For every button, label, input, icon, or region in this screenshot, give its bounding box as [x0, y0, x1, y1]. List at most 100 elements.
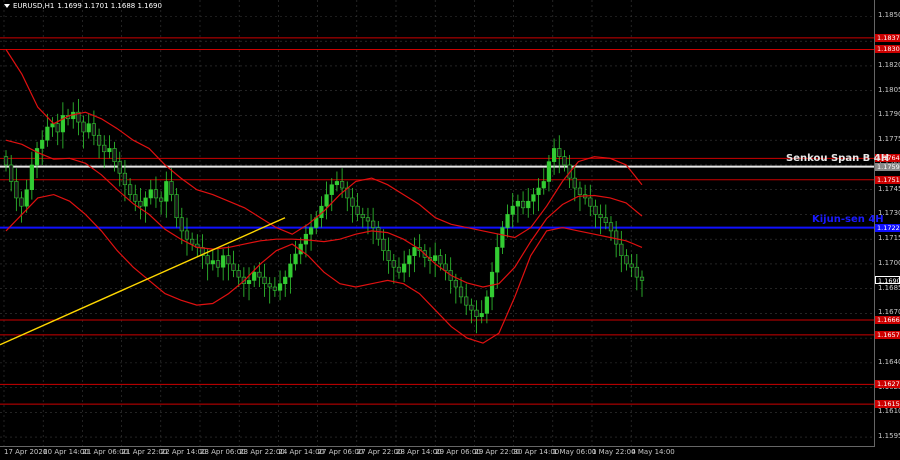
dropdown-triangle-icon[interactable]: [4, 4, 10, 8]
candle-body: [433, 255, 438, 261]
candle-body: [283, 276, 288, 285]
candle-body: [515, 200, 521, 207]
candle-body: [179, 217, 184, 232]
ichimoku-lower-line: [5, 193, 643, 344]
candle-body: [221, 255, 226, 268]
candle-body: [572, 177, 577, 189]
time-tick-label: 1 May 06:00: [552, 448, 597, 456]
ohlc-values: 1.1699 1.1701 1.1688 1.1690: [57, 2, 162, 10]
time-axis[interactable]: 17 Apr 2026 20 Apr 14:00 21 Apr 06:00 21 Ap…: [0, 447, 875, 460]
price-tag: 1.1627: [875, 380, 900, 389]
candle-body: [9, 164, 14, 182]
candle-body: [288, 263, 293, 278]
price-tag: 1.1837: [875, 33, 900, 42]
candle-body: [407, 255, 412, 265]
candle-body: [138, 200, 143, 207]
price-tick-label: 1.1595: [878, 432, 900, 441]
price-tick-label: 1.1640: [878, 357, 900, 366]
candle-body: [350, 197, 355, 207]
price-tag: 1.1657: [875, 330, 900, 339]
candle-body: [438, 255, 443, 265]
candle-body: [526, 200, 531, 209]
price-tick-label: 1.1700: [878, 258, 900, 267]
candle-body: [81, 121, 86, 133]
candle-body: [557, 148, 562, 157]
candle-body: [624, 255, 629, 265]
candle-body: [355, 205, 360, 215]
price-tick-label: 1.1745: [878, 184, 900, 193]
candle-body: [24, 189, 29, 207]
candle-body: [262, 276, 267, 285]
candle-body: [190, 238, 195, 245]
candle-body: [153, 189, 159, 199]
candle-body: [412, 247, 417, 256]
candle-body: [520, 200, 526, 209]
candle-body: [453, 280, 458, 288]
candle-body: [86, 123, 91, 133]
candle-body: [272, 286, 277, 291]
price-tag: 1.1615: [875, 400, 900, 409]
candle-body: [536, 187, 541, 195]
symbol-label: EURUSD,H1: [13, 2, 55, 10]
candle-body: [91, 123, 97, 136]
candle-body: [381, 238, 386, 252]
candle-body: [619, 243, 624, 256]
price-tag: 1.1690: [875, 276, 900, 285]
price-tag: 1.1666: [875, 315, 900, 324]
candle-body: [112, 148, 117, 162]
candle-body: [107, 148, 112, 153]
price-tick-label: 1.1850: [878, 11, 900, 20]
candle-body: [257, 271, 262, 278]
candle-body: [293, 253, 298, 265]
candle-body: [484, 296, 489, 314]
candle-body: [639, 276, 645, 281]
candle-body: [386, 250, 391, 261]
candle-body: [267, 283, 272, 288]
candle-body: [117, 161, 122, 174]
candle-body: [236, 270, 241, 278]
price-tag: 1.1830: [875, 45, 900, 54]
candle-body: [479, 313, 484, 317]
candle-body: [402, 263, 407, 273]
candle-body: [334, 181, 340, 186]
candle-body: [339, 181, 345, 189]
candle-body: [133, 194, 138, 202]
chart-window[interactable]: EURUSD,H1 1.1699 1.1701 1.1688 1.1690 Se…: [0, 0, 900, 460]
ichimoku-mid-line: [5, 139, 643, 288]
ichimoku-upper-line: [5, 49, 643, 239]
candle-body: [500, 227, 505, 248]
candle-body: [562, 156, 567, 166]
candle-body: [505, 214, 510, 228]
candle-body: [184, 230, 190, 240]
price-tick-label: 1.1820: [878, 60, 900, 69]
candle-body: [531, 194, 536, 202]
symbol-header: EURUSD,H1 1.1699 1.1701 1.1688 1.1690: [4, 2, 162, 10]
price-tick-label: 1.1805: [878, 85, 900, 94]
candle-body: [40, 139, 45, 149]
candle-body: [391, 260, 396, 268]
candle-body: [29, 164, 34, 190]
candle-body: [598, 214, 603, 219]
candle-body: [14, 181, 19, 199]
price-tick-label: 1.1610: [878, 407, 900, 416]
candle-body: [215, 260, 221, 268]
candle-body: [303, 233, 309, 245]
candle-body: [246, 280, 252, 285]
candle-body: [365, 217, 371, 222]
kijun-sen-label: Kijun-sen 4H: [812, 214, 884, 225]
price-tag: 1.1751: [875, 175, 900, 184]
candle-body: [634, 266, 639, 278]
candle-body: [231, 263, 236, 271]
candle-body: [443, 263, 448, 271]
candle-body: [174, 194, 179, 219]
price-tick-label: 1.1715: [878, 234, 900, 243]
candle-body: [127, 184, 133, 195]
candle-body: [577, 187, 583, 195]
candle-body: [55, 123, 60, 133]
candle-body: [148, 189, 153, 199]
candle-body: [102, 144, 107, 153]
candle-body: [588, 197, 593, 207]
plot-area[interactable]: [0, 0, 875, 447]
senkou-span-b-label: Senkou Span B 4H: [786, 153, 890, 164]
price-chart[interactable]: [0, 0, 875, 447]
